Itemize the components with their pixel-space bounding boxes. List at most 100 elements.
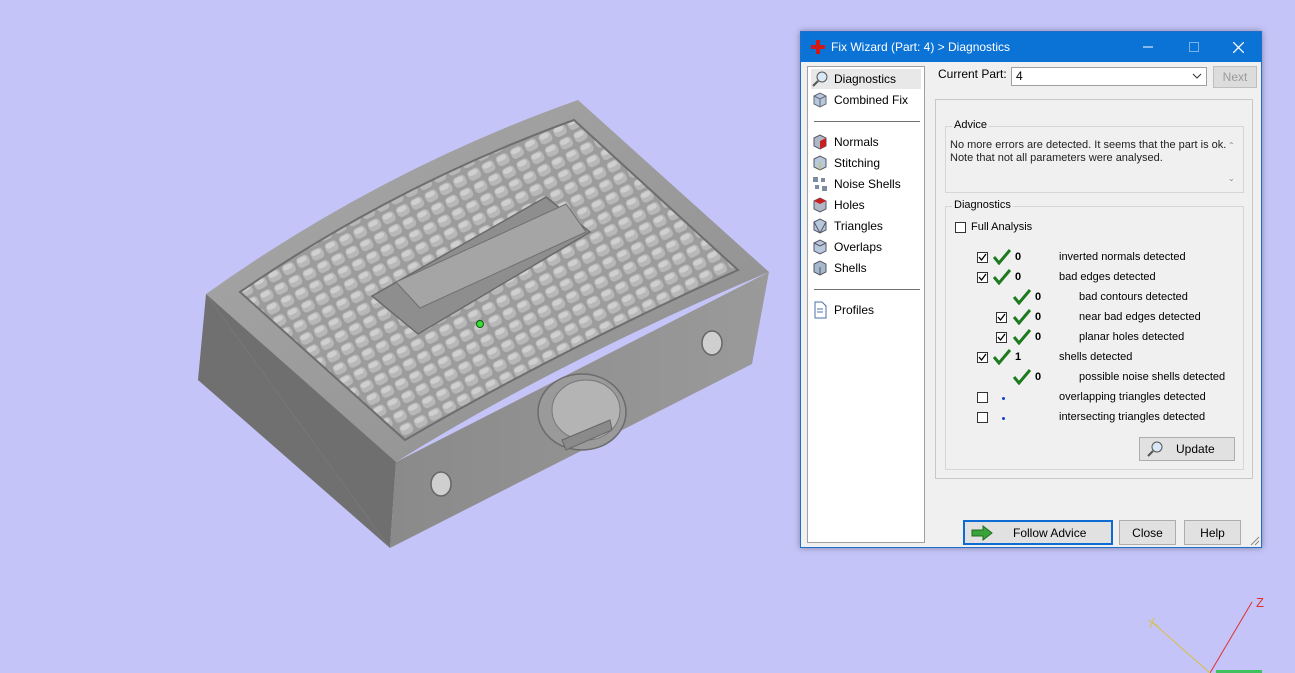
advice-scrollbar[interactable]: ⌃ ⌄ — [1228, 139, 1240, 185]
nav-item-profiles[interactable]: Profiles — [811, 300, 921, 320]
close-window-button[interactable] — [1215, 32, 1261, 62]
full-analysis-label: Full Analysis — [971, 221, 1033, 233]
wizard-nav-panel: Diagnostics Combined Fix Normals Stitchi… — [807, 66, 925, 543]
not-analysed-dot-icon — [1002, 397, 1005, 400]
diag-text: overlapping triangles detected — [1059, 391, 1206, 403]
diag-checkbox[interactable] — [977, 352, 988, 363]
ok-check-icon — [1013, 329, 1031, 345]
full-analysis-checkbox[interactable] — [955, 222, 966, 233]
nav-separator — [814, 289, 920, 290]
nav-label: Diagnostics — [834, 72, 897, 86]
scroll-down-icon: ⌄ — [1228, 174, 1235, 183]
maximize-icon — [1189, 42, 1199, 52]
diag-count: 0 — [1035, 291, 1042, 303]
diag-count: 0 — [1035, 311, 1042, 323]
nav-item-combined-fix[interactable]: Combined Fix — [811, 90, 921, 110]
holes-cube-icon — [813, 197, 827, 213]
diag-checkbox[interactable] — [977, 272, 988, 283]
current-part-value: 4 — [1016, 69, 1023, 83]
ok-check-icon — [1013, 309, 1031, 325]
not-analysed-dot-icon — [1002, 417, 1005, 420]
nav-label: Triangles — [834, 219, 883, 233]
stitching-cube-icon — [813, 155, 827, 171]
diag-checkbox[interactable] — [996, 332, 1007, 343]
magnifier-icon — [1147, 441, 1163, 457]
nav-separator — [814, 121, 920, 122]
fix-wizard-dialog: Fix Wizard (Part: 4) > Diagnostics Diagn… — [800, 31, 1262, 548]
diag-text: shells detected — [1059, 351, 1133, 363]
nav-item-noise-shells[interactable]: Noise Shells — [811, 174, 921, 194]
checkmark-icon — [978, 273, 987, 282]
shells-cube-icon — [813, 260, 827, 276]
nav-label: Holes — [834, 198, 865, 212]
diag-checkbox[interactable] — [977, 392, 988, 403]
next-button[interactable]: Next — [1213, 66, 1257, 88]
current-part-label: Current Part: — [938, 67, 1007, 81]
overlaps-cube-icon — [813, 239, 827, 255]
checkmark-icon — [978, 253, 987, 262]
diag-checkbox[interactable] — [996, 312, 1007, 323]
nav-label: Shells — [834, 261, 867, 275]
help-button[interactable]: Help — [1184, 520, 1241, 545]
nav-label: Combined Fix — [834, 93, 909, 107]
diag-count: 0 — [1035, 371, 1042, 383]
nav-item-diagnostics[interactable]: Diagnostics — [811, 69, 921, 89]
nav-item-holes[interactable]: Holes — [811, 195, 921, 215]
cube-icon — [813, 92, 827, 108]
nav-label: Profiles — [834, 303, 875, 317]
diagnostics-group: Diagnostics Full Analysis 0 inverted nor… — [945, 199, 1244, 470]
diag-text: planar holes detected — [1079, 331, 1185, 343]
nav-item-normals[interactable]: Normals — [811, 132, 921, 152]
part-model[interactable] — [0, 0, 800, 673]
triangles-cube-icon — [813, 218, 827, 234]
arrow-right-icon — [971, 524, 993, 541]
nav-item-triangles[interactable]: Triangles — [811, 216, 921, 236]
diag-text: near bad edges detected — [1079, 311, 1201, 323]
scroll-up-icon: ⌃ — [1228, 141, 1235, 150]
window-title: Fix Wizard (Part: 4) > Diagnostics — [831, 40, 1011, 54]
nav-label: Noise Shells — [834, 177, 901, 191]
nav-label: Stitching — [834, 156, 881, 170]
diag-text: possible noise shells detected — [1079, 371, 1226, 383]
diag-checkbox[interactable] — [977, 412, 988, 423]
diag-text: bad contours detected — [1079, 291, 1188, 303]
ok-check-icon — [1013, 369, 1031, 385]
nav-item-stitching[interactable]: Stitching — [811, 153, 921, 173]
current-part-select[interactable]: 4 — [1011, 67, 1207, 86]
diag-count: 0 — [1015, 251, 1022, 263]
ok-check-icon — [1013, 289, 1031, 305]
z-axis-label: Z — [1256, 595, 1264, 610]
diag-text: inverted normals detected — [1059, 251, 1186, 263]
close-icon — [1232, 41, 1244, 53]
checkmark-icon — [997, 333, 1006, 342]
magnifier-icon — [812, 71, 828, 87]
maximize-button[interactable] — [1171, 32, 1217, 62]
nav-item-overlaps[interactable]: Overlaps — [811, 237, 921, 257]
diag-count: 0 — [1015, 271, 1022, 283]
normals-cube-icon — [813, 134, 827, 150]
diag-checkbox[interactable] — [977, 252, 988, 263]
advice-legend: Advice — [952, 119, 990, 131]
advice-group: Advice No more errors are detected. It s… — [945, 119, 1244, 193]
ok-check-icon — [993, 349, 1011, 365]
close-button[interactable]: Close — [1119, 520, 1176, 545]
nav-item-shells[interactable]: Shells — [811, 258, 921, 278]
follow-advice-button[interactable]: Follow Advice — [963, 520, 1113, 545]
title-bar[interactable]: Fix Wizard (Part: 4) > Diagnostics — [801, 32, 1261, 62]
document-icon — [814, 301, 827, 319]
ok-check-icon — [993, 249, 1011, 265]
diagnostics-legend: Diagnostics — [952, 199, 1013, 211]
minimize-icon — [1143, 46, 1153, 48]
ok-check-icon — [993, 269, 1011, 285]
update-button[interactable]: Update — [1139, 437, 1235, 461]
follow-advice-label: Follow Advice — [1013, 525, 1087, 540]
chevron-down-icon — [1192, 73, 1202, 79]
diag-text: intersecting triangles detected — [1059, 411, 1206, 423]
resize-grip-icon[interactable] — [1250, 536, 1260, 546]
checkmark-icon — [997, 313, 1006, 322]
minimize-button[interactable] — [1125, 32, 1171, 62]
nav-label: Normals — [834, 135, 879, 149]
diag-count: 1 — [1015, 351, 1022, 363]
noise-shells-icon — [813, 177, 827, 191]
checkmark-icon — [978, 353, 987, 362]
